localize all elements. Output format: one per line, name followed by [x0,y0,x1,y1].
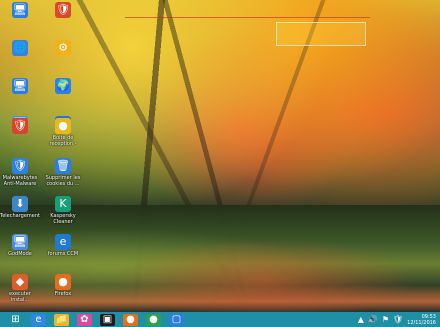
delete-cookies-icon: 🗑 [55,158,71,174]
flag-icon[interactable]: ⚑ [382,315,389,324]
desktop-icon-kaspersky-icon[interactable]: K Kaspersky Cleaner [33,196,93,225]
explorer-taskbar-icon[interactable]: 📁 [54,313,69,326]
network-icon: 🌐 [12,40,28,56]
executer-icon: ◆ [12,274,28,290]
globe-icon: 🌍 [55,78,71,94]
desktop-icon-delete-cookies-icon[interactable]: 🗑 Supprimer les cookies du ... [33,158,93,187]
chrome-taskbar-icon[interactable]: ● [146,313,161,326]
forums-ccm-icon: e [55,234,71,250]
desktop[interactable]: 🖥🛡🌐⚙🖥🌍🗄?🛡●Boite de reception -🛡Malwareby… [0,0,440,312]
firefox-icon: ● [55,274,71,290]
ie-taskbar-icon[interactable]: e [31,313,46,326]
start-button[interactable]: ⊞ [8,314,23,326]
desktop-icon-label: Firefox [54,291,72,297]
app1-taskbar-icon[interactable]: ✿ [77,313,92,326]
malwarebytes-icon: 🛡 [12,158,28,174]
desktop-icon-label: forums CCM [47,251,79,257]
volume-icon[interactable]: 🔊 [368,315,378,324]
telechargement-icon: ⬇ [12,196,28,212]
desktop-icon-label: Kaspersky Cleaner [50,213,76,225]
desktop-icon-forums-ccm-icon[interactable]: e forums CCM [33,234,93,257]
kaspersky-icon: K [55,196,71,212]
desktop-icon-cog-icon[interactable]: ⚙ [33,40,93,57]
desktop-icon-shield-icon[interactable]: 🛡 [33,2,93,19]
shield-tray-icon[interactable]: 🛡 [393,315,403,324]
chrome-icon: ● [55,118,71,134]
desktop-icon-label: Boite de reception - [49,135,77,147]
desktop-icon-label: Supprimer les cookies du ... [45,175,81,187]
desktop-icon-firefox-icon[interactable]: ● Firefox [33,274,93,297]
computer-icon: 🖥 [12,78,28,94]
cog-icon: ⚙ [55,40,71,56]
tray-up-arrow-icon[interactable]: ▲ [358,315,364,324]
desktop-icon-globe-icon[interactable]: 🌍 [33,78,93,95]
clock[interactable]: 09:53 12/11/2016 [407,314,436,326]
terminal-taskbar-icon[interactable]: ▣ [100,313,115,326]
firefox-taskbar-icon[interactable]: ● [123,313,138,326]
selection-rectangle [276,22,366,46]
desktop-icon-chrome-icon[interactable]: ● Boite de reception - [33,118,93,147]
godmode-icon: 🖥 [12,234,28,250]
blue-folder-icon: 🖥 [12,2,28,18]
shield-icon: 🛡 [55,2,71,18]
antivirus-icon: 🛡 [12,118,28,134]
clock-date: 12/11/2016 [407,319,436,326]
taskbar: ⊞ e 📁 ✿ ▣ ● ● ▢ ▲ 🔊 ⚑ 🛡 09:53 12/11/2016 [0,312,440,327]
system-tray: ▲ 🔊 ⚑ 🛡 09:53 12/11/2016 [358,312,436,327]
selection-line [125,17,370,18]
window-taskbar-icon[interactable]: ▢ [169,313,184,326]
